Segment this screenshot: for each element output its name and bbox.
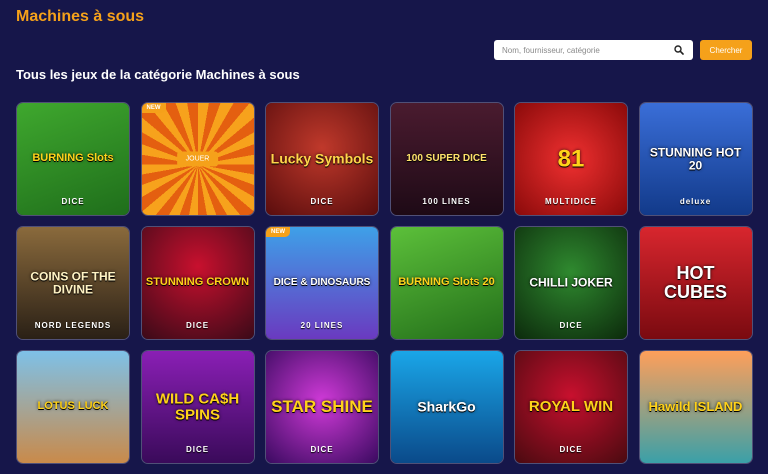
game-title: WILD CA$H SPINS	[155, 390, 240, 423]
game-title: Hawild ISLAND	[648, 399, 743, 415]
game-title: Lucky Symbols	[270, 150, 374, 167]
search-box[interactable]	[494, 40, 693, 60]
game-star-shine-dice[interactable]: STAR SHINE DICE	[265, 350, 379, 464]
game-lucky-symbols-dice[interactable]: Lucky Symbols DICE	[265, 102, 379, 216]
game-lotus-luck[interactable]: LOTUS LUCK	[16, 350, 130, 464]
game-subtitle: 100 LINES	[422, 197, 471, 206]
new-badge: NEW	[266, 227, 290, 237]
game-title: 81	[557, 145, 585, 173]
game-subtitle: DICE	[310, 445, 334, 454]
game-title: LOTUS LUCK	[37, 400, 109, 413]
search-button[interactable]: Chercher	[700, 40, 752, 60]
game-subtitle: DICE	[559, 321, 583, 330]
game-title: 100 SUPER DICE	[406, 152, 487, 164]
game-coins-of-the-divine[interactable]: COINS OF THE DIVINE NORD LEGENDS	[16, 226, 130, 340]
game-title: DICE & DINOSAURS	[273, 276, 371, 288]
game-subtitle: DICE	[185, 445, 210, 454]
game-dice-and-dinosaurs[interactable]: DICE & DINOSAURS 20 LINES NEW	[265, 226, 379, 340]
game-title: BURNING Slots 20	[398, 276, 495, 289]
game-title: STUNNING HOT 20	[649, 145, 742, 172]
game-burning-slots-20[interactable]: BURNING Slots 20	[389, 226, 504, 340]
game-subtitle: DICE	[185, 321, 210, 330]
game-shark-go[interactable]: SharkGo	[389, 350, 504, 464]
game-subtitle: MULTIDICE	[545, 197, 597, 206]
game-title: STAR SHINE	[271, 397, 373, 417]
new-badge: NEW	[141, 103, 166, 113]
game-title: ROYAL WIN	[528, 398, 614, 416]
game-title: COINS OF THE DIVINE	[30, 269, 116, 296]
game-new-orange[interactable]: NEW JOUER	[140, 102, 255, 216]
game-100-super-dice[interactable]: 100 SUPER DICE 100 LINES	[389, 102, 504, 216]
game-title: SharkGo	[417, 398, 476, 415]
game-subtitle: DICE	[61, 197, 85, 206]
game-title: STUNNING CROWN	[145, 276, 250, 289]
game-hot-cubes[interactable]: HOT CUBES	[638, 226, 753, 340]
game-burning-slots-dice[interactable]: BURNING Slots DICE	[16, 102, 130, 216]
play-button[interactable]: JOUER	[176, 151, 219, 167]
game-chilli-joker-dice[interactable]: CHILLI JOKER DICE	[514, 226, 628, 340]
search-icon[interactable]	[671, 42, 687, 58]
game-multidice-81[interactable]: 81 MULTIDICE	[514, 102, 628, 216]
game-grid: BURNING Slots DICE NEW JOUER Lucky Symbols DI…	[16, 102, 753, 464]
game-royal-win-dice[interactable]: ROYAL WIN DICE	[514, 350, 628, 464]
game-wild-cash-spins-dice[interactable]: WILD CA$H SPINS DICE	[140, 350, 255, 464]
game-stunning-hot-20-deluxe[interactable]: STUNNING HOT 20 deluxe	[638, 102, 753, 216]
search-input[interactable]	[494, 40, 671, 60]
game-title: HOT CUBES	[663, 263, 727, 302]
section-heading: Tous les jeux de la catégorie Machines à…	[16, 67, 300, 82]
game-stunning-crown-dice[interactable]: STUNNING CROWN DICE	[140, 226, 255, 340]
game-hawild-island[interactable]: Hawild ISLAND	[638, 350, 753, 464]
game-subtitle: DICE	[310, 197, 334, 206]
game-subtitle: 20 LINES	[300, 321, 344, 330]
game-title: BURNING Slots	[32, 152, 114, 165]
game-subtitle: NORD LEGENDS	[34, 321, 112, 330]
page-title: Machines à sous	[16, 8, 145, 25]
game-title: CHILLI JOKER	[529, 275, 613, 290]
game-subtitle: DICE	[559, 445, 583, 454]
game-subtitle: deluxe	[679, 197, 712, 206]
